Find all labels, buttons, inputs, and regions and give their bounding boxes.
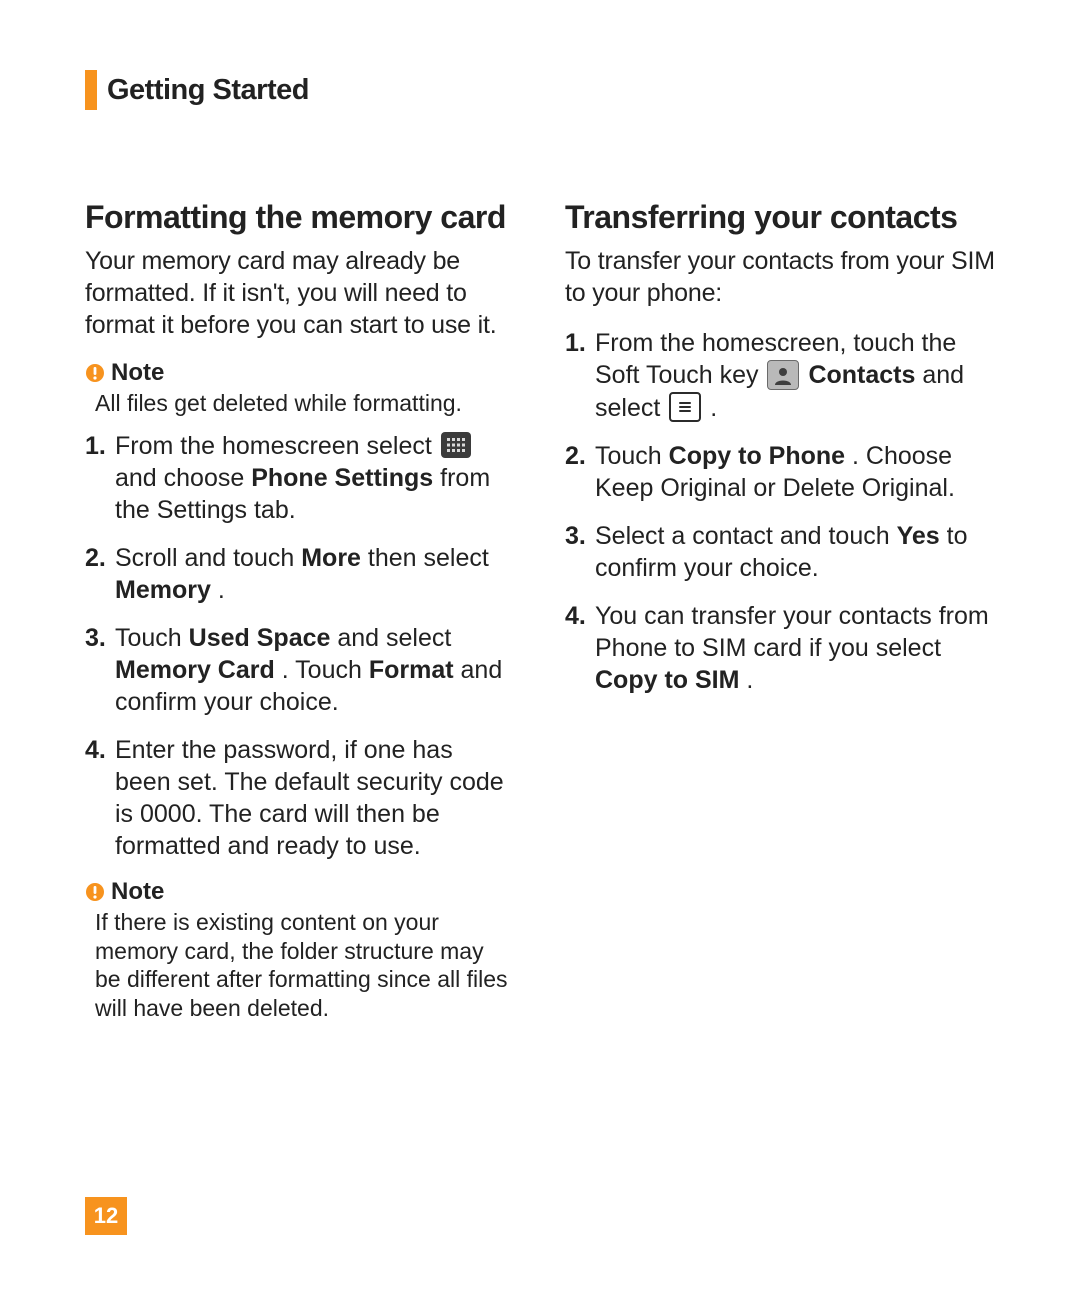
left-intro: Your memory card may already be formatte…: [85, 245, 515, 341]
step-text: then select: [368, 544, 489, 572]
note-label: Note: [111, 359, 164, 387]
menu-list-icon: [669, 392, 701, 422]
note-text: All files get deleted while formatting.: [95, 389, 515, 418]
step-bold: Memory: [115, 576, 211, 604]
left-steps: From the homescreen select and choose Ph…: [85, 430, 515, 862]
manual-page: Getting Started Formatting the memory ca…: [0, 0, 1080, 1295]
left-column: Formatting the memory card Your memory c…: [85, 200, 515, 1035]
list-item: Select a contact and touch Yes to confir…: [565, 520, 995, 584]
step-text: and choose: [115, 464, 251, 492]
step-text: .: [710, 394, 717, 422]
apps-grid-icon: [441, 432, 471, 458]
step-text: Enter the password, if one has been set.…: [115, 736, 504, 860]
list-item: You can transfer your contacts from Phon…: [565, 600, 995, 696]
step-bold: Memory Card: [115, 656, 275, 684]
section-header: Getting Started: [85, 70, 995, 110]
step-text: Touch: [595, 442, 669, 470]
step-text: From the homescreen select: [115, 432, 439, 460]
step-text: .: [746, 666, 753, 694]
alert-icon: [85, 882, 105, 902]
note-label: Note: [111, 878, 164, 906]
note-block-2: Note If there is existing content on you…: [85, 878, 515, 1023]
accent-bar: [85, 70, 97, 110]
list-item: From the homescreen, touch the Soft Touc…: [565, 327, 995, 424]
step-text: You can transfer your contacts from Phon…: [595, 602, 989, 662]
step-text: Scroll and touch: [115, 544, 301, 572]
note-block-1: Note All files get deleted while formatt…: [85, 359, 515, 418]
note-head: Note: [85, 359, 515, 387]
step-text: . Touch: [282, 656, 369, 684]
list-item: Touch Used Space and select Memory Card …: [85, 622, 515, 718]
step-bold: Used Space: [189, 624, 331, 652]
step-text: .: [218, 576, 225, 604]
step-bold: Copy to Phone: [669, 442, 845, 470]
note-text: If there is existing content on your mem…: [95, 908, 515, 1023]
right-intro: To transfer your contacts from your SIM …: [565, 245, 995, 309]
list-item: Touch Copy to Phone . Choose Keep Origin…: [565, 440, 995, 504]
list-item: From the homescreen select and choose Ph…: [85, 430, 515, 526]
step-bold: Phone Settings: [251, 464, 433, 492]
list-item: Scroll and touch More then select Memory…: [85, 542, 515, 606]
alert-icon: [85, 363, 105, 383]
step-bold: Copy to SIM: [595, 666, 739, 694]
page-number: 12: [85, 1197, 127, 1235]
note-head: Note: [85, 878, 515, 906]
section-title: Getting Started: [107, 74, 309, 107]
step-bold: Format: [369, 656, 454, 684]
left-heading: Formatting the memory card: [85, 200, 515, 235]
right-heading: Transferring your contacts: [565, 200, 995, 235]
step-bold: More: [301, 544, 361, 572]
content-columns: Formatting the memory card Your memory c…: [85, 200, 995, 1035]
step-text: Touch: [115, 624, 189, 652]
right-steps: From the homescreen, touch the Soft Touc…: [565, 327, 995, 696]
step-text: and select: [337, 624, 451, 652]
step-bold: Yes: [897, 522, 940, 550]
list-item: Enter the password, if one has been set.…: [85, 734, 515, 862]
step-bold: Contacts: [808, 361, 915, 389]
step-text: Select a contact and touch: [595, 522, 897, 550]
contact-icon: [767, 360, 799, 390]
right-column: Transferring your contacts To transfer y…: [565, 200, 995, 1035]
